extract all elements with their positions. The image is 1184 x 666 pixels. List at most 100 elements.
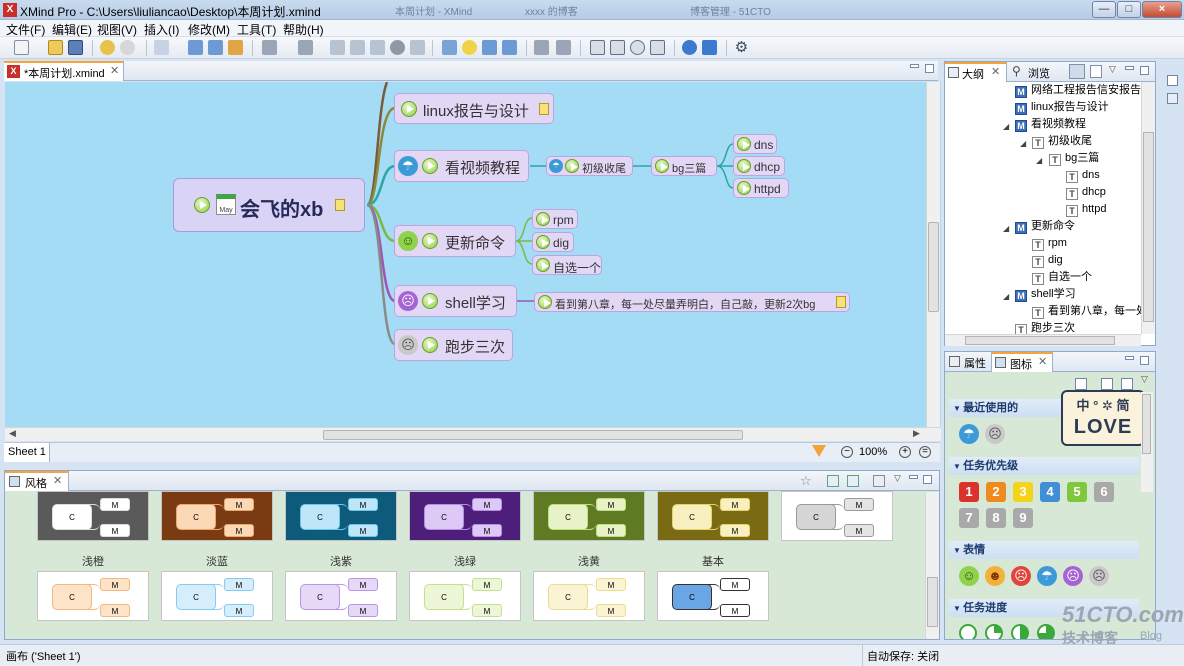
neutral-face-icon[interactable]: ☹ — [985, 424, 1005, 444]
surprised-face-icon[interactable]: ☹ — [1063, 566, 1083, 586]
priority-8-icon[interactable]: 8 — [986, 508, 1006, 528]
outline-row[interactable]: Tdhcp — [1066, 184, 1106, 201]
background-tab[interactable]: 博客管理 - 51CTO — [690, 3, 771, 18]
subtopic[interactable]: rpm — [532, 209, 578, 229]
outline-row[interactable]: M 网络工程报告信安报告 — [1015, 82, 1141, 99]
background-tab[interactable]: 本周计划 - XMind — [395, 3, 472, 18]
style-thumbnail[interactable]: CMM — [37, 491, 149, 541]
style-thumbnail[interactable]: CMM — [285, 571, 397, 621]
menu-view[interactable]: 视图(V) — [97, 21, 137, 38]
progress-quarter-icon[interactable] — [985, 624, 1003, 639]
maximize-view-icon[interactable] — [1140, 66, 1149, 75]
summary-icon[interactable] — [370, 40, 385, 55]
subtopic[interactable]: 看到第八章，每一处尽量弄明白，自己敲，更新2次bg — [534, 292, 850, 312]
browse-tab[interactable]: ⚲ 浏览 — [1009, 62, 1057, 82]
share-icon[interactable] — [556, 40, 571, 55]
idea-icon[interactable] — [462, 40, 477, 55]
image-icon[interactable] — [298, 40, 313, 55]
relationship-icon[interactable] — [228, 40, 243, 55]
subtopic[interactable]: bg三篇 — [651, 156, 717, 176]
menu-help[interactable]: 帮助(H) — [283, 21, 324, 38]
close-tab-icon[interactable]: ✕ — [53, 474, 62, 487]
vertical-scrollbar[interactable] — [926, 82, 940, 427]
styles-scrollbar[interactable] — [925, 492, 939, 639]
style-thumbnail[interactable]: CMM — [409, 571, 521, 621]
edit-style-icon[interactable] — [847, 475, 859, 487]
smile-face-icon[interactable]: ☺ — [959, 566, 979, 586]
outline-tab[interactable]: 大纲 ✕ — [945, 62, 1007, 82]
menu-insert[interactable]: 插入(I) — [144, 21, 179, 38]
icons-scrollbar[interactable] — [1141, 392, 1153, 492]
expand-arrow-icon[interactable]: ◢ — [1020, 139, 1026, 148]
sheet-tab[interactable]: Sheet 1 — [4, 443, 50, 462]
scroll-thumb[interactable] — [965, 336, 1115, 345]
minimize-button[interactable]: — — [1092, 1, 1116, 18]
outline-row[interactable]: M 更新命令 — [1015, 218, 1075, 235]
style-thumbnail[interactable]: CMM — [657, 571, 769, 621]
priority-5-icon[interactable]: 5 — [1067, 482, 1087, 502]
progress-three-quarter-icon[interactable] — [1037, 624, 1055, 639]
menu-edit[interactable]: 编辑(E) — [52, 21, 92, 38]
minimize-view-icon[interactable] — [1125, 356, 1134, 360]
outline-tree[interactable]: M 网络工程报告信安报告 Mlinux报告与设计 ◢ M 看视频教程 ◢ T 初级收尾… — [945, 82, 1141, 334]
undo-icon[interactable] — [100, 40, 115, 55]
priority-4-icon[interactable]: 4 — [1040, 482, 1060, 502]
central-topic[interactable]: May 会飞的xb — [173, 178, 365, 232]
icons-tab[interactable]: 图标 ✕ — [991, 352, 1053, 372]
zoom-in-icon[interactable]: + — [899, 446, 911, 458]
minimize-view-icon[interactable] — [910, 64, 919, 68]
view-menu-icon[interactable]: ▽ — [1141, 374, 1148, 385]
callout-icon[interactable] — [208, 40, 223, 55]
horizontal-scrollbar[interactable]: ◀ ▶ — [5, 427, 941, 441]
maximize-button[interactable]: □ — [1117, 1, 1141, 18]
window-icon[interactable] — [590, 40, 605, 55]
main-topic[interactable]: ☂ 看视频教程 — [394, 150, 529, 182]
task-icon[interactable] — [502, 40, 517, 55]
priority-6-icon[interactable]: 6 — [1094, 482, 1114, 502]
outline-row[interactable]: T 自选一个 — [1032, 269, 1092, 286]
restore-view-icon[interactable] — [1167, 75, 1178, 86]
filter-icon[interactable] — [812, 445, 826, 457]
style-thumbnail[interactable]: CMM — [533, 571, 645, 621]
progress-half-icon[interactable] — [1011, 624, 1029, 639]
style-thumbnail[interactable]: CMM — [37, 571, 149, 621]
minimize-view-icon[interactable] — [1125, 66, 1134, 70]
main-topic[interactable]: linux报告与设计 — [394, 93, 554, 124]
outline-row[interactable]: T 跑步三次 — [1015, 320, 1075, 334]
star-icon[interactable]: ☆ — [800, 473, 812, 489]
label-icon[interactable] — [410, 40, 425, 55]
notes-view-icon[interactable] — [1167, 93, 1178, 104]
outline-row[interactable]: T 看到第八章，每一处 — [1032, 303, 1141, 320]
scroll-thumb[interactable] — [323, 430, 743, 440]
editor-tab[interactable]: X *本周计划.xmind ✕ — [4, 61, 124, 81]
expand-arrow-icon[interactable]: ◢ — [1003, 292, 1009, 301]
scroll-left-icon[interactable]: ◀ — [9, 428, 16, 439]
subtopic[interactable]: 自选一个 — [532, 255, 602, 275]
structure-icon[interactable] — [482, 40, 497, 55]
priority-1-icon[interactable]: 1 — [959, 482, 979, 502]
scroll-thumb[interactable] — [1143, 132, 1154, 322]
close-tab-icon[interactable]: ✕ — [110, 64, 119, 77]
style-thumbnail[interactable]: CMM — [781, 491, 893, 541]
main-topic[interactable]: ☹ shell学习 — [394, 285, 517, 317]
add-marker-icon[interactable] — [1075, 378, 1087, 390]
close-button[interactable]: × — [1142, 1, 1182, 18]
export-icon[interactable] — [702, 40, 717, 55]
outline-row[interactable]: Thttpd — [1066, 201, 1106, 218]
import-style-icon[interactable] — [873, 475, 885, 487]
style-thumbnail[interactable]: CMM — [285, 491, 397, 541]
style-thumbnail[interactable]: CMM — [161, 491, 273, 541]
upload-icon[interactable] — [682, 40, 697, 55]
import-marker-icon[interactable] — [1101, 378, 1113, 390]
menu-tools[interactable]: 工具(T) — [237, 21, 276, 38]
outline-mode-icon[interactable] — [1069, 64, 1085, 79]
outline-row[interactable]: Tbg三篇 — [1049, 150, 1099, 167]
minimize-view-icon[interactable] — [909, 475, 918, 479]
expand-arrow-icon[interactable]: ◢ — [1036, 156, 1042, 165]
outline-hscrollbar[interactable] — [945, 334, 1141, 346]
style-thumbnail[interactable]: CMM — [409, 491, 521, 541]
style-thumbnail[interactable]: CMM — [657, 491, 769, 541]
mindmap-canvas[interactable]: May 会飞的xb linux报告与设计 ☂ 看视频教程 ☂ 初级收尾 bg三篇… — [5, 82, 941, 427]
clock-icon[interactable] — [630, 40, 645, 55]
outline-row[interactable]: T 初级收尾 — [1032, 133, 1092, 150]
